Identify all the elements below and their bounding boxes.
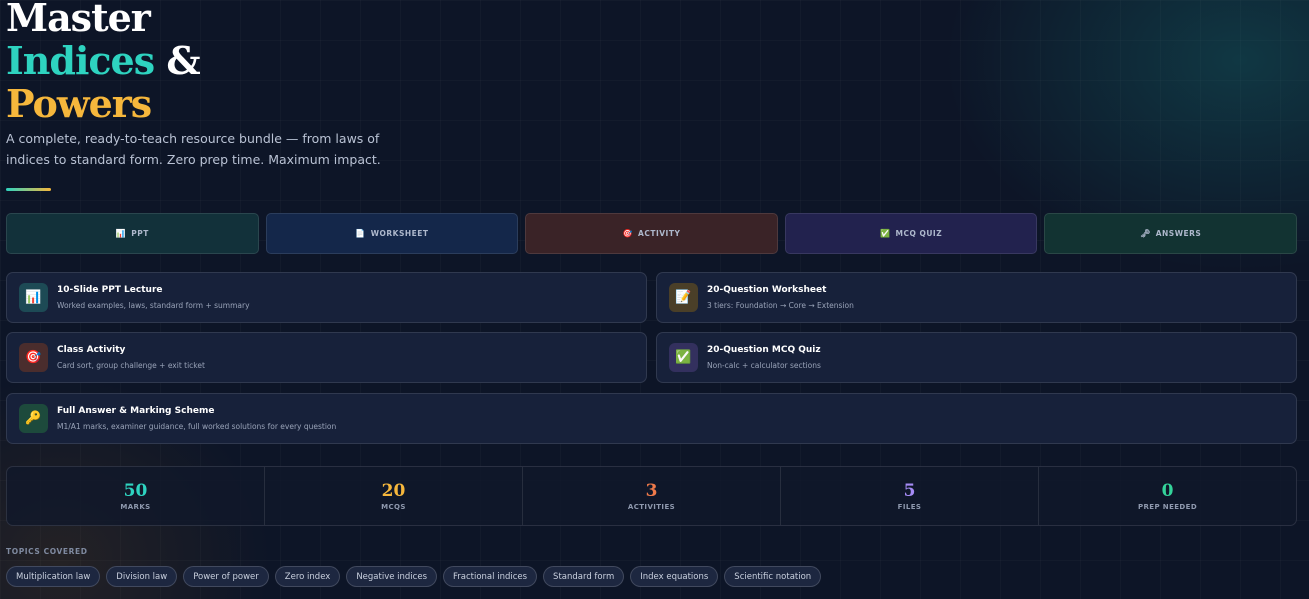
memo-icon: 📝: [669, 283, 698, 312]
tab-label: MCQ QUIZ: [895, 229, 943, 238]
card-title: 20-Question MCQ Quiz: [707, 344, 821, 355]
card-description: 3 tiers: Foundation → Core → Extension: [707, 300, 854, 310]
topic-chip[interactable]: Multiplication law: [6, 566, 101, 587]
tab-label: ANSWERS: [1155, 229, 1202, 238]
card-answer-scheme[interactable]: 🔑 Full Answer & Marking Scheme M1/A1 mark…: [6, 393, 1297, 444]
tab-ppt[interactable]: 📊 PPT: [6, 213, 259, 254]
topic-chip[interactable]: Power of power: [183, 566, 269, 587]
target-icon: 🎯: [622, 229, 634, 238]
tab-answers[interactable]: 🗝 ANSWERS: [1044, 213, 1297, 254]
card-description: Non-calc + calculator sections: [707, 360, 821, 370]
stat-label: ACTIVITIES: [627, 503, 676, 511]
title-line-3: Powers: [6, 81, 152, 126]
tab-label: PPT: [131, 229, 149, 238]
key-icon: 🗝: [1140, 229, 1151, 238]
topic-chip[interactable]: Negative indices: [346, 566, 437, 587]
checkmark-icon: ✅: [880, 229, 891, 238]
tab-mcq-quiz[interactable]: ✅ MCQ QUIZ: [784, 213, 1038, 254]
card-worksheet[interactable]: 📝 20-Question Worksheet 3 tiers: Foundati…: [656, 272, 1297, 323]
card-ppt-lecture[interactable]: 📊 10-Slide PPT Lecture Worked examples, l…: [6, 272, 647, 323]
topics-heading: TOPICS COVERED: [6, 547, 88, 556]
title-indices: Indices: [6, 38, 155, 83]
card-title: Class Activity: [57, 344, 126, 355]
tab-label: WORKSHEET: [370, 229, 429, 238]
stat-marks: 50 MARKS: [7, 467, 265, 525]
chart-icon: 📊: [19, 283, 48, 312]
resource-tabs: 📊 PPT 📄 WORKSHEET 🎯 ACTIVITY ✅ MCQ QUIZ 🗝 ANS…: [6, 213, 1297, 254]
card-description: Card sort, group challenge + exit ticket: [57, 360, 205, 370]
page-title: Master Indices & Powers: [6, 0, 201, 126]
topic-chip[interactable]: Division law: [106, 566, 178, 587]
stats-bar: 50 MARKS 20 MCQS 3 ACTIVITIES 5 FILES 0 PREP …: [6, 466, 1297, 526]
topic-chip[interactable]: Fractional indices: [443, 566, 538, 587]
stat-value: 0: [1161, 481, 1174, 501]
stat-label: FILES: [897, 503, 922, 511]
title-line-1: Master: [6, 0, 151, 40]
stat-value: 20: [381, 481, 406, 501]
topic-chips: Multiplication law Division law Power of…: [6, 566, 822, 587]
stat-value: 5: [903, 481, 916, 501]
chart-icon: 📊: [115, 229, 127, 238]
page-subtitle: A complete, ready-to-teach resource bund…: [6, 131, 381, 167]
tab-worksheet[interactable]: 📄 WORKSHEET: [265, 213, 519, 254]
card-title: Full Answer & Marking Scheme: [57, 405, 215, 416]
topic-chip[interactable]: Standard form: [543, 566, 625, 587]
card-description: M1/A1 marks, examiner guidance, full wor…: [57, 421, 337, 431]
document-icon: 📄: [355, 229, 366, 238]
target-icon: 🎯: [19, 343, 48, 372]
topic-chip[interactable]: Zero index: [274, 566, 341, 587]
tab-activity[interactable]: 🎯 ACTIVITY: [525, 213, 778, 254]
topic-chip[interactable]: Scientific notation: [724, 566, 822, 587]
title-line-2: Indices &: [6, 38, 201, 83]
accent-divider: [6, 188, 51, 191]
stat-prep: 0 PREP NEEDED: [1039, 467, 1296, 525]
card-title: 10-Slide PPT Lecture: [57, 284, 163, 295]
stat-value: 3: [645, 481, 658, 501]
key-icon: 🔑: [19, 404, 48, 433]
stat-activities: 3 ACTIVITIES: [523, 467, 781, 525]
stat-files: 5 FILES: [781, 467, 1039, 525]
stat-mcqs: 20 MCQS: [265, 467, 523, 525]
card-class-activity[interactable]: 🎯 Class Activity Card sort, group challen…: [6, 332, 647, 383]
card-description: Worked examples, laws, standard form + s…: [57, 300, 250, 310]
stat-label: MARKS: [120, 503, 151, 511]
topic-chip[interactable]: Index equations: [630, 566, 719, 587]
title-ampersand: &: [166, 38, 200, 83]
stat-label: MCQS: [381, 503, 406, 511]
checkmark-icon: ✅: [669, 343, 698, 372]
stat-value: 50: [123, 481, 148, 501]
stat-label: PREP NEEDED: [1137, 503, 1198, 511]
card-mcq-quiz[interactable]: ✅ 20-Question MCQ Quiz Non-calc + calcula…: [656, 332, 1297, 383]
tab-label: ACTIVITY: [638, 229, 681, 238]
card-title: 20-Question Worksheet: [707, 284, 827, 295]
